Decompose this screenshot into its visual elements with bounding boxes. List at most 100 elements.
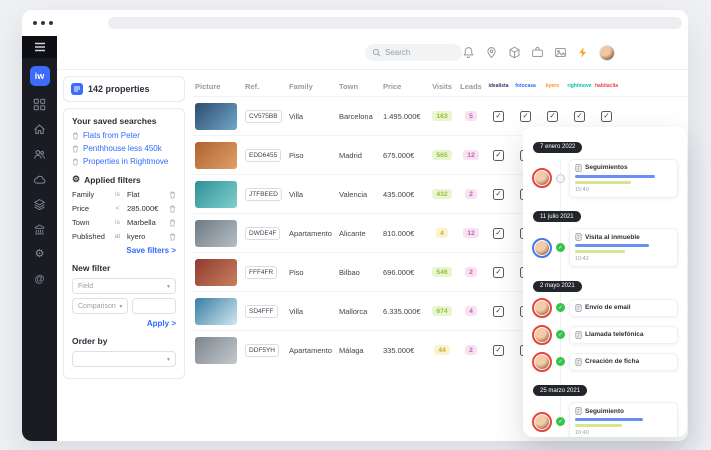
trash-icon[interactable]: [169, 219, 176, 227]
apply-link[interactable]: Apply >: [72, 319, 176, 328]
ref-code: FFF4FR: [245, 265, 278, 279]
window-controls[interactable]: [33, 21, 53, 25]
flash-icon[interactable]: [577, 46, 589, 59]
visits-cell: 432: [427, 189, 457, 200]
briefcase-icon[interactable]: [531, 46, 544, 59]
sidebar-item-properties[interactable]: [22, 192, 57, 217]
entry-avatar[interactable]: [532, 297, 552, 318]
timeline-entry: ✓ Llamada telefónica: [532, 324, 678, 345]
portal-checkbox[interactable]: ✓: [520, 110, 531, 122]
activity-card[interactable]: Seguimientos 15:40: [569, 158, 678, 198]
bell-icon[interactable]: [462, 46, 475, 59]
property-photo[interactable]: [195, 102, 237, 130]
trash-icon[interactable]: [169, 191, 176, 199]
order-by-title: Order by: [72, 336, 108, 346]
leads-badge: 12: [463, 150, 479, 161]
portal-checkbox[interactable]: ✓: [493, 188, 504, 200]
activity-card[interactable]: Llamada telefónica: [569, 325, 678, 344]
at-icon: @: [34, 273, 45, 285]
file-icon: [575, 357, 582, 366]
portal-checkbox[interactable]: ✓: [493, 110, 504, 122]
activity-time: 16:40: [575, 430, 589, 436]
activity-card[interactable]: Seguimiento 16:40: [569, 402, 678, 437]
trash-icon[interactable]: [169, 205, 176, 213]
property-photo[interactable]: [195, 336, 237, 364]
portal-checkbox[interactable]: ✓: [493, 149, 504, 161]
leads-cell: 4: [457, 306, 485, 317]
trash-icon[interactable]: [169, 233, 176, 241]
sidebar-item-menu[interactable]: [22, 36, 57, 58]
portal-checkbox[interactable]: ✓: [493, 227, 504, 239]
sidebar-item-bank[interactable]: [22, 217, 57, 242]
chevron-down-icon: ▾: [166, 283, 170, 290]
leads-cell: 12: [457, 150, 485, 161]
trash-icon[interactable]: [72, 145, 79, 153]
portal-checkbox[interactable]: ✓: [601, 110, 612, 122]
ref-code: CV575BB: [245, 109, 282, 123]
entry-avatar[interactable]: [532, 168, 552, 188]
comparison-select[interactable]: Comparison ▾: [72, 298, 129, 314]
property-photo[interactable]: [195, 258, 237, 286]
activity-title: Seguimientos: [585, 164, 628, 171]
trash-icon[interactable]: [72, 158, 79, 166]
applied-filters-list: Family is Flat Price <285.000€ Town is Marbella…: [72, 190, 176, 241]
sidebar-item-settings[interactable]: ⚙: [22, 242, 57, 267]
order-by-select[interactable]: ▾: [72, 351, 176, 367]
user-avatar[interactable]: [599, 44, 615, 61]
family-cell: Piso: [289, 150, 304, 160]
property-photo[interactable]: [195, 180, 237, 208]
portal-checkbox[interactable]: ✓: [574, 110, 585, 122]
ref-cell: EDD6455: [243, 148, 287, 162]
sidebar-item-home[interactable]: [22, 117, 57, 142]
entry-avatar[interactable]: [532, 324, 552, 345]
progress-bar-primary: [575, 244, 649, 247]
property-photo[interactable]: [195, 219, 237, 247]
column-header: Visits: [432, 81, 452, 91]
column-header: Picture: [195, 81, 221, 91]
save-filters-link[interactable]: Save filters >: [72, 246, 176, 255]
portal-checkbox[interactable]: ✓: [493, 266, 504, 278]
map-pin-icon[interactable]: [485, 46, 498, 59]
property-photo[interactable]: [195, 297, 237, 325]
saved-search-item[interactable]: Penthhouse less 450k: [72, 144, 176, 153]
portal-checkbox[interactable]: ✓: [493, 344, 504, 356]
search-input[interactable]: Search: [365, 44, 462, 61]
grid-icon: [33, 98, 46, 111]
app-logo[interactable]: iw: [29, 66, 50, 86]
trash-icon[interactable]: [72, 132, 79, 140]
activity-card[interactable]: Creación de ficha: [569, 352, 678, 371]
sidebar-item-mentions[interactable]: @: [22, 267, 57, 292]
status-done-icon: ✓: [556, 417, 565, 426]
sidebar-item-cloud[interactable]: [22, 167, 57, 192]
entry-avatar[interactable]: [532, 237, 552, 258]
activity-title: Seguimiento: [585, 407, 625, 415]
activity-card[interactable]: Visita al inmueble 10:42: [569, 228, 678, 267]
browser-url-bar[interactable]: [108, 17, 682, 29]
portal-checkbox[interactable]: ✓: [547, 110, 558, 122]
portal-checkbox[interactable]: ✓: [493, 305, 504, 317]
timeline-entry: ✓ Seguimiento 16:40: [532, 402, 678, 437]
properties-count-card: 142 properties: [63, 76, 185, 102]
saved-search-item[interactable]: Flats from Peter: [72, 131, 176, 140]
entry-avatar[interactable]: [532, 351, 552, 372]
saved-search-item[interactable]: Properties in Rightmove: [72, 157, 176, 166]
mail-icon: [575, 303, 582, 312]
visits-badge: 565: [432, 150, 452, 161]
timeline-entry: ✓ Visita al inmueble 10:42: [532, 228, 678, 267]
progress-bar-secondary: [575, 424, 622, 427]
price-cell: 696.000€: [383, 267, 415, 277]
field-select[interactable]: Field ▾: [72, 278, 176, 294]
property-photo[interactable]: [195, 141, 237, 169]
filter-field: Town: [72, 218, 90, 227]
entry-avatar[interactable]: [532, 411, 552, 432]
sidebar-item-contacts[interactable]: [22, 142, 57, 167]
activity-card[interactable]: Envío de email: [569, 298, 678, 317]
status-done-icon: ✓: [556, 243, 565, 252]
sidebar-item-dashboard[interactable]: [22, 92, 57, 117]
family-cell: Piso: [289, 267, 304, 277]
image-icon[interactable]: [554, 46, 567, 59]
users-icon: [34, 150, 45, 159]
package-icon[interactable]: [508, 46, 521, 59]
portal-cell: ✓: [485, 188, 512, 200]
comparison-value-input[interactable]: [132, 298, 176, 314]
